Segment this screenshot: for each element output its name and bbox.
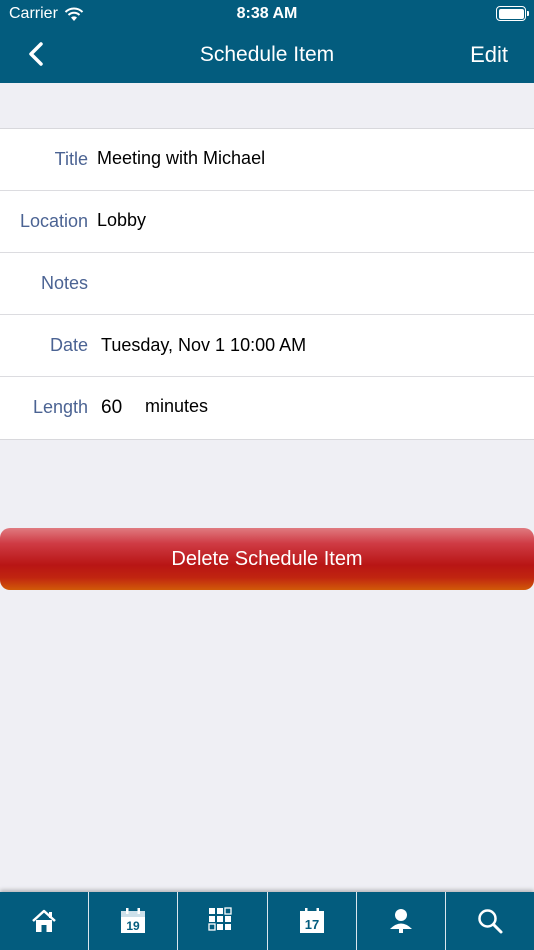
tab-bar: 19 17 [0,892,534,950]
date-label: Date [49,335,88,355]
status-time: 8:38 AM [236,5,298,22]
length-label: Length [32,397,88,417]
title-value: Meeting with Michael [97,148,266,168]
grid-icon [208,907,233,931]
top-bar: Carrier 8:38 AM Schedule Item Edit [0,0,534,83]
schedule-item-form: Title Meeting with Michael Location Lobb… [0,128,534,440]
tab-person[interactable] [357,892,446,950]
location-value: Lobby [97,210,147,230]
calendar-icon: 19 [121,908,146,933]
date-row: Date Tuesday, Nov 1 10:00 AM [0,315,534,377]
length-units: minutes [145,396,209,416]
tab-grid[interactable] [178,892,268,950]
tab-search[interactable] [446,892,534,950]
battery-icon [496,6,529,21]
notes-label: Notes [40,273,88,293]
schedule-icon: 17 [299,908,324,933]
schedule-day-number: 17 [304,917,318,932]
page-title: Schedule Item [199,43,335,66]
title-label: Title [54,149,88,169]
notes-row: Notes [0,253,534,315]
date-value: Tuesday, Nov 1 10:00 AM [101,335,307,355]
person-icon [389,909,412,933]
length-value: 60 [101,397,123,418]
location-label: Location [19,211,88,231]
delete-schedule-item-button[interactable]: Delete Schedule Item [0,528,534,590]
location-row: Location Lobby [0,191,534,253]
edit-button[interactable]: Edit [470,42,508,68]
home-icon [32,909,56,932]
tab-schedule[interactable]: 17 [268,892,357,950]
search-icon [478,909,503,934]
status-bar: Carrier 8:38 AM [0,0,534,28]
calendar-day-number: 19 [127,919,141,933]
tab-home[interactable] [0,892,90,950]
tab-calendar[interactable]: 19 [89,892,179,950]
length-row: Length 60 minutes [0,377,534,439]
title-row: Title Meeting with Michael [0,129,534,191]
navigation-bar: Schedule Item Edit [0,28,534,83]
